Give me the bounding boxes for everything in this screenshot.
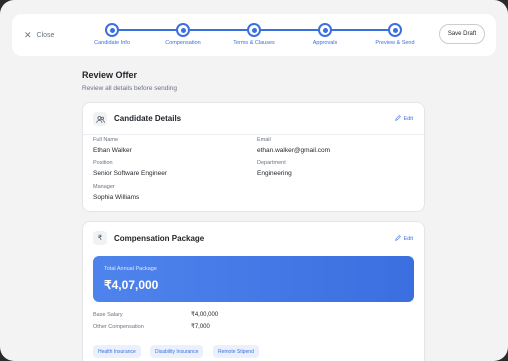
page-subtitle: Review all details before sending — [82, 85, 178, 92]
edit-candidate-button[interactable]: Edit — [394, 115, 413, 123]
page-title: Review Offer — [82, 70, 138, 80]
benefit-tag: Remote Stipend — [213, 345, 259, 358]
candidate-details-card: Candidate Details Edit Full Name Ethan W… — [82, 102, 425, 212]
users-icon — [93, 112, 107, 126]
step-compensation[interactable]: Compensation — [153, 23, 213, 46]
step-complete-icon — [247, 23, 261, 37]
offer-review-window: ✕ Close Candidate Info Compensation Term… — [0, 0, 508, 361]
step-candidate-info[interactable]: Candidate Info — [82, 23, 142, 46]
rupee-icon: ₹ — [93, 231, 107, 245]
step-approvals[interactable]: Approvals — [295, 23, 355, 46]
total-package-label: Total Annual Package — [104, 266, 157, 272]
total-package-value: ₹4,07,000 — [104, 278, 159, 292]
step-current-icon — [388, 23, 402, 37]
edit-label: Edit — [403, 116, 413, 122]
step-complete-icon — [176, 23, 190, 37]
other-compensation-value: ₹7,000 — [191, 324, 210, 330]
save-draft-button[interactable]: Save Draft — [439, 24, 485, 44]
card-title: Candidate Details — [114, 114, 182, 123]
step-terms-clauses[interactable]: Terms & Clauses — [224, 23, 284, 46]
position-value: Senior Software Engineer — [93, 170, 168, 177]
step-label: Preview & Send — [375, 40, 415, 46]
other-compensation-label: Other Compensation — [93, 324, 144, 330]
manager-label: Manager — [93, 184, 115, 190]
full-name-label: Full Name — [93, 137, 119, 143]
card-header: Candidate Details Edit — [83, 103, 424, 135]
edit-compensation-button[interactable]: Edit — [394, 235, 413, 243]
full-name-value: Ethan Walker — [93, 147, 132, 154]
base-salary-value: ₹4,00,000 — [191, 312, 219, 318]
email-label: Email — [257, 137, 271, 143]
edit-label: Edit — [403, 236, 413, 242]
edit-icon — [394, 115, 401, 123]
step-preview-send[interactable]: Preview & Send — [365, 23, 425, 46]
total-package-banner: Total Annual Package ₹4,07,000 — [93, 256, 414, 302]
step-complete-icon — [105, 23, 119, 37]
step-label: Terms & Clauses — [233, 40, 275, 46]
department-label: Department — [257, 160, 286, 166]
card-header: ₹ Compensation Package Edit — [83, 222, 424, 254]
benefit-tag: Health Insurance — [93, 345, 141, 358]
step-label: Compensation — [165, 40, 201, 46]
step-label: Candidate Info — [94, 40, 130, 46]
step-complete-icon — [318, 23, 332, 37]
position-label: Position — [93, 160, 113, 166]
top-bar: ✕ Close Candidate Info Compensation Term… — [12, 14, 496, 56]
base-salary-label: Base Salary — [93, 312, 123, 318]
department-value: Engineering — [257, 170, 292, 177]
edit-icon — [394, 235, 401, 243]
card-title: Compensation Package — [114, 234, 205, 243]
progress-stepper: Candidate Info Compensation Terms & Clau… — [12, 14, 496, 56]
benefit-tag: Disability Insurance — [150, 345, 204, 358]
step-label: Approvals — [312, 40, 338, 46]
compensation-package-card: ₹ Compensation Package Edit Total Annual… — [82, 221, 425, 361]
email-value: ethan.walker@gmail.com — [257, 147, 331, 154]
manager-value: Sophia Williams — [93, 194, 140, 201]
